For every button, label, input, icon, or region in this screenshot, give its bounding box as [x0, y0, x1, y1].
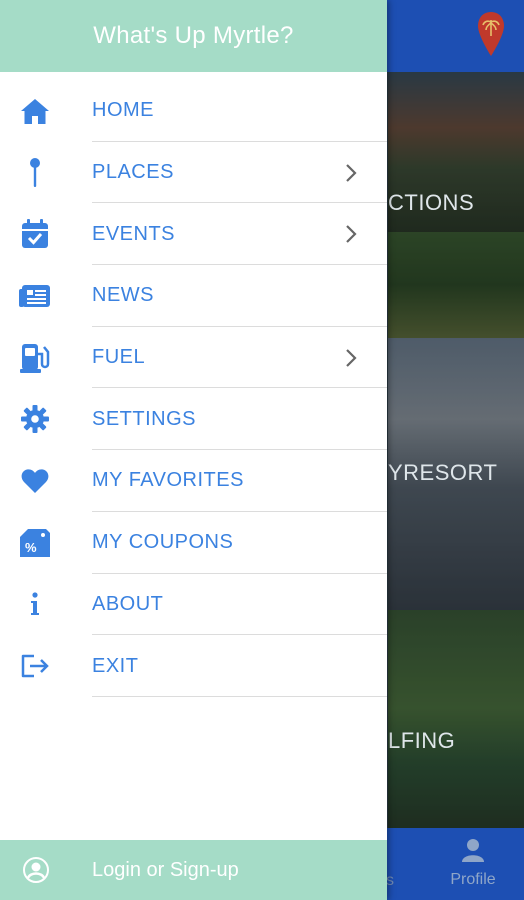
menu-item-places[interactable]: PLACES — [0, 142, 387, 204]
menu-item-coupons[interactable]: % MY COUPONS — [0, 512, 387, 574]
divider — [92, 695, 387, 697]
exit-icon — [18, 649, 52, 683]
login-signup-button[interactable]: Login or Sign-up — [0, 840, 387, 900]
heart-icon — [18, 464, 52, 498]
menu-label-places: PLACES — [92, 161, 174, 184]
tab-profile-label: Profile — [450, 871, 496, 888]
tile-caption-golfing: LFING — [388, 728, 456, 753]
menu-item-exit[interactable]: EXIT — [0, 635, 387, 697]
menu-label-favorites: MY FAVORITES — [92, 469, 244, 492]
tab-profile[interactable]: Profile — [440, 838, 506, 889]
chevron-right-icon — [346, 348, 357, 367]
login-signup-label: Login or Sign-up — [92, 858, 239, 881]
menu-label-home: HOME — [92, 99, 154, 122]
navigation-drawer: What's Up Myrtle? HOME PLACES EVENTS NEW… — [0, 0, 387, 900]
user-circle-icon — [23, 857, 49, 883]
drawer-title: What's Up Myrtle? — [93, 22, 294, 49]
drawer-menu: HOME PLACES EVENTS NEWS FUEL SETTINGS MY… — [0, 80, 387, 697]
gear-icon — [18, 402, 52, 436]
menu-label-settings: SETTINGS — [92, 407, 197, 430]
menu-item-fuel[interactable]: FUEL — [0, 327, 387, 389]
chevron-right-icon — [346, 225, 357, 243]
svg-text:%: % — [25, 540, 37, 555]
tab-partial-label[interactable]: s — [386, 872, 394, 890]
menu-item-home[interactable]: HOME — [0, 80, 387, 142]
dim-overlay — [388, 72, 524, 828]
menu-label-about: ABOUT — [92, 592, 164, 615]
menu-item-favorites[interactable]: MY FAVORITES — [0, 450, 387, 512]
user-icon — [462, 839, 484, 862]
menu-item-settings[interactable]: SETTINGS — [0, 388, 387, 451]
gas-pump-icon — [18, 341, 52, 375]
menu-label-exit: EXIT — [92, 654, 139, 677]
drawer-header: What's Up Myrtle? — [0, 0, 387, 72]
newspaper-icon — [18, 279, 52, 313]
coupon-tag-icon: % — [18, 526, 52, 560]
menu-label-coupons: MY COUPONS — [92, 531, 234, 554]
menu-item-about[interactable]: ABOUT — [0, 574, 387, 636]
menu-item-news[interactable]: NEWS — [0, 265, 387, 327]
menu-label-fuel: FUEL — [92, 346, 146, 369]
menu-item-events[interactable]: EVENTS — [0, 203, 387, 266]
tile-caption-resort: YRESORT — [388, 460, 498, 485]
menu-label-events: EVENTS — [92, 222, 176, 245]
calendar-check-icon — [18, 217, 52, 251]
home-icon — [18, 94, 52, 128]
map-pin-icon — [18, 156, 52, 190]
tile-caption-attractions: CTIONS — [388, 190, 475, 215]
palm-pin-icon[interactable] — [476, 10, 506, 60]
menu-label-news: NEWS — [92, 284, 154, 307]
info-icon — [18, 587, 52, 621]
chevron-right-icon — [346, 163, 357, 182]
